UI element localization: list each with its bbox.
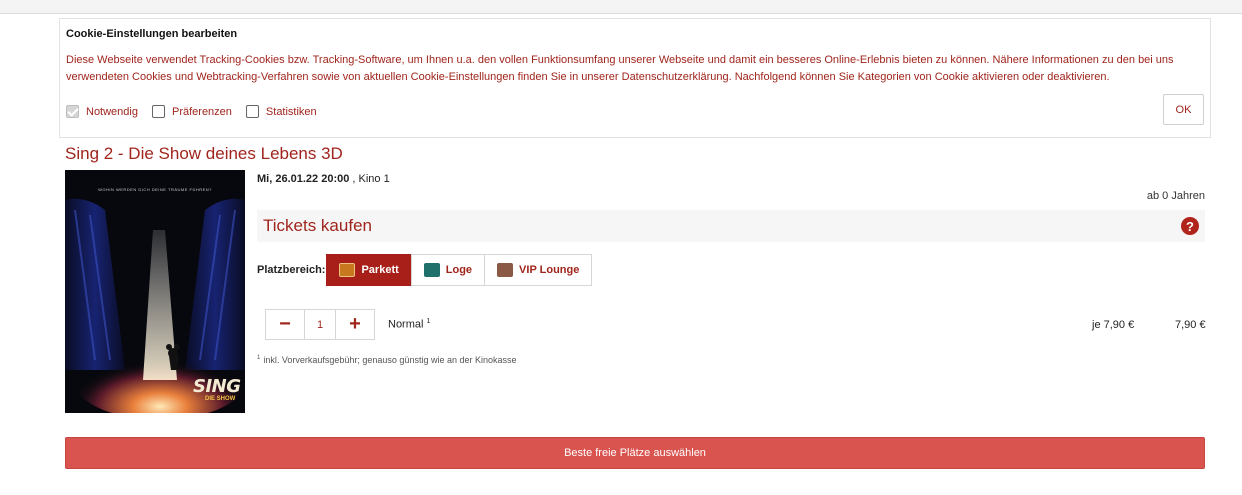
area-button-label: VIP Lounge <box>519 264 580 276</box>
cookie-option-statistics[interactable]: Statistiken <box>245 105 317 118</box>
checkbox-preferences[interactable] <box>151 105 165 118</box>
cookie-option-preferences[interactable]: Präferenzen <box>151 105 232 118</box>
price-footnote: 1 inkl. Vorverkaufsgebühr; genauso günsti… <box>257 355 517 365</box>
unit-price: je 7,90 € <box>1092 319 1135 331</box>
ticket-type-label: Normal <box>388 318 424 331</box>
quantity-value[interactable]: 1 <box>305 309 335 340</box>
area-button-parkett[interactable]: Parkett <box>326 254 412 286</box>
loge-swatch-icon <box>423 263 440 277</box>
decrease-quantity-button[interactable]: − <box>265 309 305 340</box>
cookie-options: Notwendig Präferenzen Statistiken <box>66 105 331 118</box>
cookie-option-label: Präferenzen <box>171 105 232 118</box>
showtime: Mi, 26.01.22 20:00 , Kino 1 <box>257 173 390 185</box>
quantity-stepper: − 1 + <box>265 309 375 340</box>
tickets-title: Tickets kaufen <box>263 216 372 235</box>
movie-poster: WOHIN WERDEN DICH DEINE TRÄUME FÜHREN? S… <box>65 170 245 413</box>
cookie-option-label: Notwendig <box>86 105 138 118</box>
seat-area-label: Platzbereich: <box>257 264 326 276</box>
cookie-option-necessary[interactable]: Notwendig <box>66 105 138 118</box>
seat-area-selector: Platzbereich: Parkett Loge VIP Lounge <box>257 254 593 286</box>
best-seats-button[interactable]: Beste freie Plätze auswählen <box>65 437 1205 469</box>
checkbox-necessary[interactable] <box>66 105 79 118</box>
tickets-header: Tickets kaufen ? <box>257 210 1205 242</box>
area-button-vip-lounge[interactable]: VIP Lounge <box>484 254 593 286</box>
movie-title[interactable]: Sing 2 - Die Show deines Lebens 3D <box>65 144 343 164</box>
cookie-description: Diese Webseite verwendet Tracking-Cookie… <box>66 54 1174 83</box>
cookie-title: Cookie-Einstellungen bearbeiten <box>66 28 238 40</box>
cookie-ok-button[interactable]: OK <box>1163 94 1204 125</box>
poster-logo-sub: DIE SHOW <box>205 396 236 402</box>
checkbox-statistics[interactable] <box>245 105 259 118</box>
area-button-label: Loge <box>445 264 473 276</box>
cookie-option-label: Statistiken <box>265 105 317 118</box>
footnote-mark: 1 <box>257 355 261 361</box>
showtime-date: Mi, 26.01.22 20:00 <box>257 173 350 185</box>
area-button-loge[interactable]: Loge <box>410 254 486 286</box>
footnote-text: inkl. Vorverkaufsgebühr; genauso günstig… <box>263 355 517 365</box>
help-icon[interactable]: ? <box>1181 217 1199 235</box>
poster-tagline: WOHIN WERDEN DICH DEINE TRÄUME FÜHREN? <box>98 187 212 192</box>
parkett-swatch-icon <box>339 263 356 277</box>
showtime-room: , Kino 1 <box>349 173 390 185</box>
top-navigation-bar <box>0 0 1242 14</box>
increase-quantity-button[interactable]: + <box>335 309 375 340</box>
vip-lounge-swatch-icon <box>497 263 514 277</box>
age-rating: ab 0 Jahren <box>1146 190 1205 202</box>
ticket-type-note: 1 <box>426 318 431 325</box>
area-button-label: Parkett <box>361 264 399 276</box>
ticket-type: Normal 1 <box>388 318 430 331</box>
total-price: 7,90 € <box>1175 319 1206 331</box>
poster-logo: SING <box>193 376 241 397</box>
cookie-settings-panel: Cookie-Einstellungen bearbeiten Diese We… <box>59 18 1211 138</box>
